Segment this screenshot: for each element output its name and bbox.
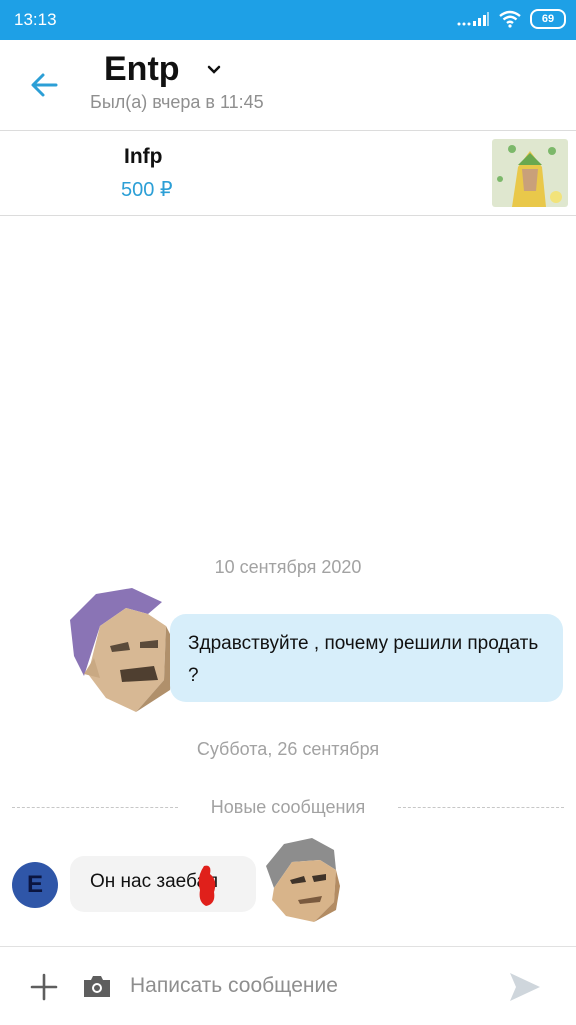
listing-title: Infp: [124, 145, 163, 168]
date-divider: 10 сентября 2020: [214, 557, 362, 577]
message-input[interactable]: [130, 967, 470, 1005]
outgoing-message[interactable]: Он нас заебал: [70, 856, 256, 912]
listing-price: 500 ₽: [121, 179, 173, 201]
back-arrow-icon[interactable]: [28, 68, 62, 102]
outgoing-avatar: [266, 838, 340, 922]
wifi-icon: [499, 10, 521, 28]
chevron-down-icon[interactable]: [204, 60, 224, 80]
message-composer: [0, 946, 576, 1025]
contact-name[interactable]: Entp: [104, 50, 180, 89]
signal-icon: [457, 12, 489, 26]
battery-icon: 69: [530, 9, 566, 29]
date-divider: Суббота, 26 сентября: [196, 739, 380, 759]
battery-level: 69: [541, 13, 555, 25]
send-icon[interactable]: [508, 971, 542, 1003]
new-messages-separator: Новые сообщения: [12, 797, 564, 819]
chat-header: Entp Был(а) вчера в 11:45: [0, 40, 576, 131]
plus-icon[interactable]: [30, 973, 58, 1001]
red-scribble: [198, 865, 216, 906]
last-seen: Был(а) вчера в 11:45: [90, 92, 264, 112]
listing-thumbnail[interactable]: [492, 139, 568, 207]
sender-initial: E: [26, 871, 43, 898]
listing-card[interactable]: Infp 500 ₽: [0, 131, 576, 216]
divider-line: [398, 807, 564, 808]
incoming-message[interactable]: Здравствуйте , почему решили продать ?: [170, 614, 563, 702]
status-time: 13:13: [14, 10, 57, 29]
camera-icon[interactable]: [82, 973, 112, 999]
sender-avatar[interactable]: E: [12, 862, 58, 908]
incoming-avatar: [70, 588, 176, 712]
status-bar: 13:13 69: [0, 0, 576, 40]
status-icons: 69: [456, 9, 566, 29]
